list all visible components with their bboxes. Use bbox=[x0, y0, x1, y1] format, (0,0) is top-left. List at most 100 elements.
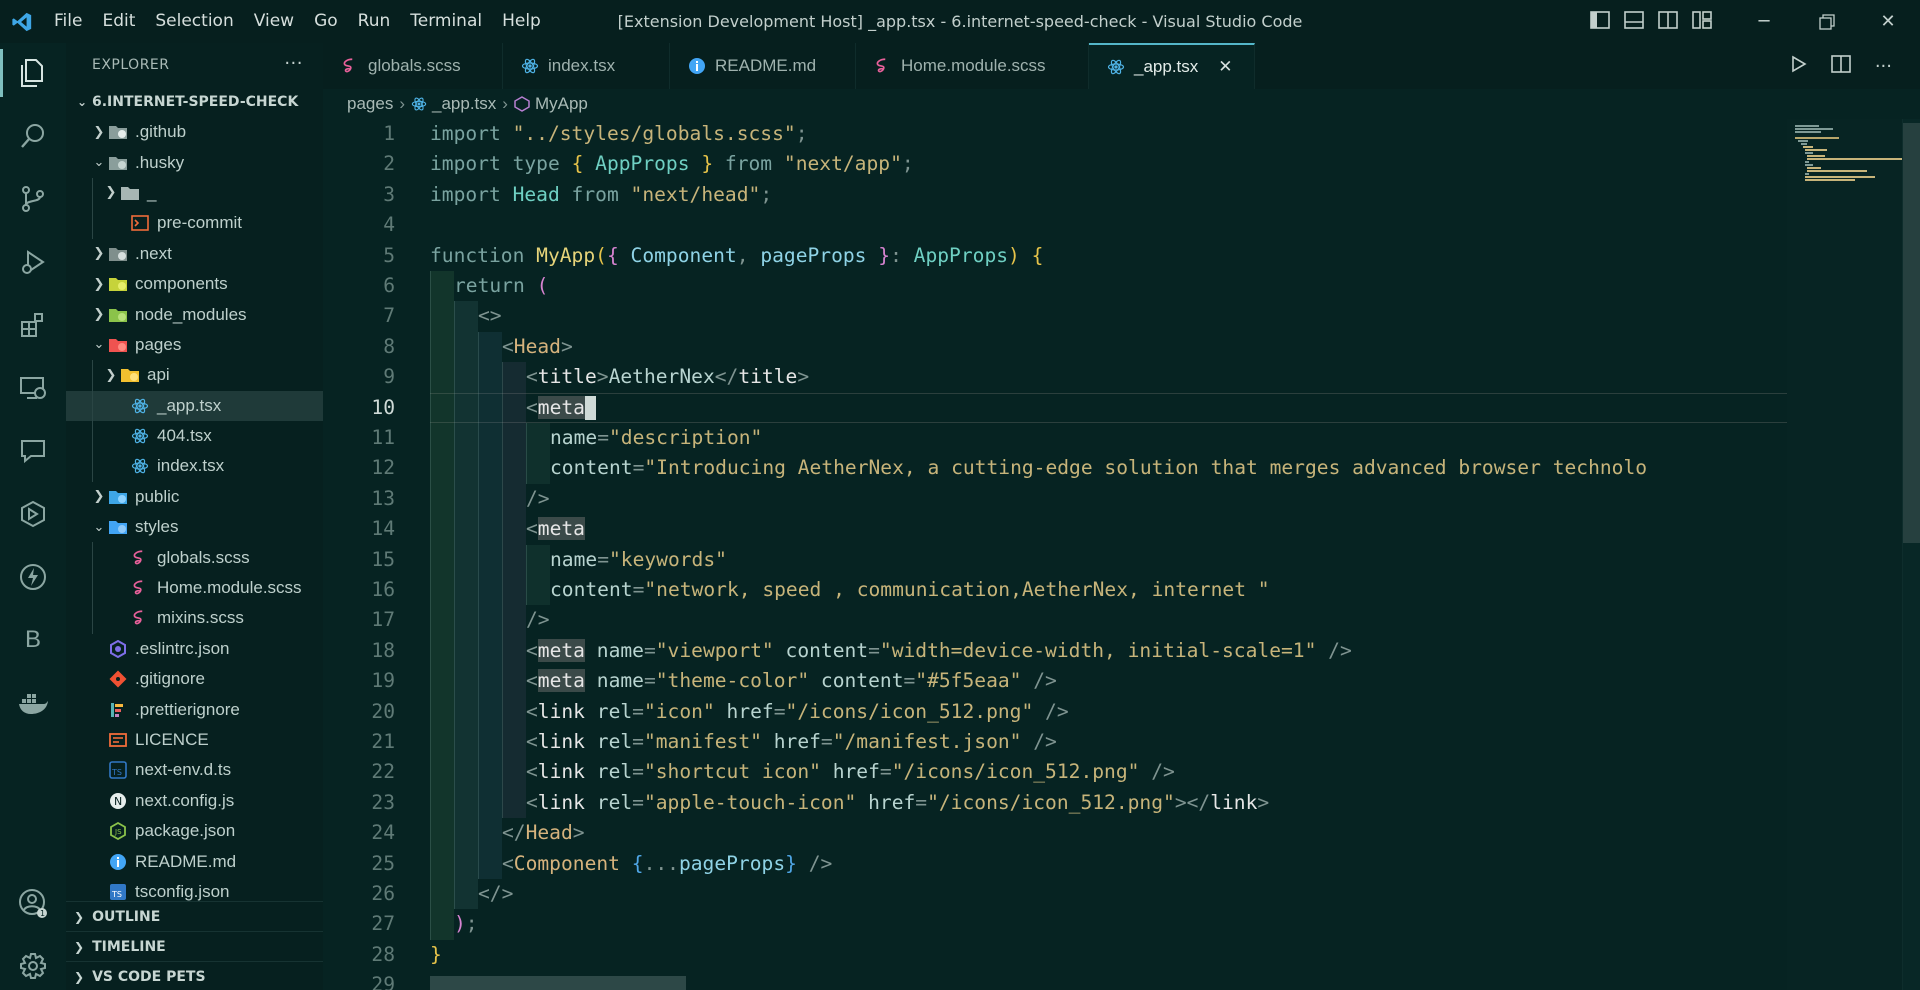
tree-item-mixins-scss[interactable]: mixins.scss bbox=[66, 603, 323, 634]
code-line[interactable]: 22 <link rel="shortcut icon" href="/icons… bbox=[323, 757, 1787, 788]
tab-readme-md[interactable]: README.md bbox=[670, 43, 856, 89]
code-editor[interactable]: 1 import "../styles/globals.scss"; 2 import… bbox=[323, 119, 1787, 990]
code-line[interactable]: 24 </Head> bbox=[323, 818, 1787, 849]
code-line[interactable]: 28} bbox=[323, 940, 1787, 970]
tab-home-module-scss[interactable]: Home.module.scss bbox=[856, 43, 1089, 89]
source-control-icon[interactable] bbox=[0, 169, 66, 229]
timeline-section[interactable]: ❯ TIMELINE bbox=[66, 931, 323, 961]
code-line[interactable]: 16 content="network, speed , communicatio… bbox=[323, 575, 1787, 606]
code-line[interactable]: 3 import Head from "next/head"; bbox=[323, 180, 1787, 210]
tree-item-api[interactable]: ❯ api bbox=[66, 360, 323, 391]
tree-item-eslintrc-json[interactable]: .eslintrc.json bbox=[66, 634, 323, 664]
close-tab-icon[interactable]: ✕ bbox=[1218, 57, 1232, 77]
menu-view[interactable]: View bbox=[244, 0, 304, 43]
thunder-client-icon[interactable] bbox=[0, 547, 66, 607]
tree-item-tsconfig-json[interactable]: TS tsconfig.json bbox=[66, 877, 323, 901]
code-line[interactable]: 26 </> bbox=[323, 879, 1787, 910]
code-line[interactable]: 27); bbox=[323, 909, 1787, 940]
code-line[interactable]: 17 /> bbox=[323, 605, 1787, 636]
tab-app-tsx[interactable]: _app.tsx ✕ bbox=[1089, 43, 1255, 89]
outline-section[interactable]: ❯ OUTLINE bbox=[66, 901, 323, 931]
tree-item-husky[interactable]: ⌄ .husky bbox=[66, 147, 323, 177]
minimap[interactable] bbox=[1787, 119, 1903, 990]
search-icon[interactable] bbox=[0, 106, 66, 166]
tree-item-gitignore[interactable]: .gitignore bbox=[66, 664, 323, 694]
menu-help[interactable]: Help bbox=[492, 0, 551, 43]
code-line[interactable]: 10 <meta bbox=[323, 392, 1787, 423]
tree-item-node-modules[interactable]: ❯ node_modules bbox=[66, 299, 323, 329]
vscode-logo-icon[interactable] bbox=[0, 0, 44, 43]
tree-item-pages[interactable]: ⌄ pages bbox=[66, 330, 323, 360]
remote-explorer-icon[interactable] bbox=[0, 358, 66, 418]
more-actions-icon[interactable]: ··· bbox=[284, 53, 303, 74]
code-line[interactable]: 23 <link rel="apple-touch-icon" href="/ic… bbox=[323, 787, 1787, 819]
code-line[interactable]: 4 bbox=[323, 210, 1787, 240]
tree-item-404-tsx[interactable]: 404.tsx bbox=[66, 420, 323, 452]
tree-item-app-tsx[interactable]: _app.tsx bbox=[66, 390, 323, 421]
tree-item-readme-md[interactable]: README.md bbox=[66, 846, 323, 876]
code-line[interactable]: 7 <> bbox=[323, 301, 1787, 332]
tree-item-globals-scss[interactable]: globals.scss bbox=[66, 542, 323, 573]
run-debug-icon[interactable] bbox=[0, 232, 66, 292]
tree-item-index-tsx[interactable]: index.tsx bbox=[66, 451, 323, 482]
tab-index-tsx[interactable]: index.tsx bbox=[503, 43, 670, 89]
comments-icon[interactable] bbox=[0, 421, 66, 481]
menu-terminal[interactable]: Terminal bbox=[400, 0, 492, 43]
code-line[interactable]: 25 <Component {...pageProps} /> bbox=[323, 848, 1787, 879]
code-line[interactable]: 21 <link rel="manifest" href="/manifest.j… bbox=[323, 727, 1787, 758]
code-line[interactable]: 13 /> bbox=[323, 483, 1787, 515]
accounts-icon[interactable]: 1 bbox=[0, 873, 66, 933]
tree-item-prettierignore[interactable]: .prettierignore bbox=[66, 694, 323, 724]
docker-icon[interactable] bbox=[0, 673, 66, 733]
toggle-panel-icon[interactable] bbox=[1624, 10, 1644, 33]
breadcrumb-symbol[interactable]: MyApp bbox=[535, 94, 588, 114]
workspace-root[interactable]: ⌄ 6.INTERNET-SPEED-CHECK bbox=[66, 87, 323, 117]
code-line[interactable]: 19 <meta name="theme-color" content="#5f5… bbox=[323, 666, 1787, 697]
restore-icon[interactable] bbox=[1797, 0, 1857, 43]
code-line[interactable]: 18 <meta name="viewport" content="width=d… bbox=[323, 635, 1787, 667]
bootstrap-icon[interactable]: B bbox=[0, 610, 66, 670]
tree-item-github[interactable]: ❯ .github bbox=[66, 117, 323, 147]
code-line[interactable]: 2 import type { AppProps } from "next/app… bbox=[323, 149, 1787, 179]
more-actions-icon[interactable]: ··· bbox=[1875, 56, 1892, 77]
vscode-pets-section[interactable]: ❯ VS CODE PETS bbox=[66, 961, 323, 990]
code-line[interactable]: 6 return ( bbox=[323, 271, 1787, 302]
code-line[interactable]: 15 name="keywords" bbox=[323, 544, 1787, 575]
tree-item-next-config-js[interactable]: Nnext.config.js bbox=[66, 786, 323, 816]
horizontal-scrollbar[interactable] bbox=[430, 976, 686, 990]
explorer-icon[interactable] bbox=[0, 43, 66, 103]
minimize-icon[interactable]: ─ bbox=[1734, 0, 1794, 43]
code-line[interactable]: 5 function MyApp({ Component, pageProps }… bbox=[323, 241, 1787, 271]
tree-item-styles[interactable]: ⌄ styles bbox=[66, 512, 323, 542]
toggle-primary-sidebar-icon[interactable] bbox=[1590, 10, 1610, 33]
tree-item-pre-commit[interactable]: pre-commit bbox=[66, 208, 323, 239]
tree-item-[interactable]: ❯ _ bbox=[66, 177, 323, 209]
code-line[interactable]: 9 <title>AetherNex</title> bbox=[323, 362, 1787, 393]
toggle-secondary-sidebar-icon[interactable] bbox=[1658, 10, 1678, 33]
extensions-icon[interactable] bbox=[0, 295, 66, 355]
menu-go[interactable]: Go bbox=[304, 0, 348, 43]
code-line[interactable]: 20 <link rel="icon" href="/icons/icon_512… bbox=[323, 696, 1787, 727]
run-icon[interactable] bbox=[1789, 55, 1807, 77]
settings-gear-icon[interactable] bbox=[0, 936, 66, 990]
menu-selection[interactable]: Selection bbox=[145, 0, 243, 43]
tree-item-public[interactable]: ❯ public bbox=[66, 482, 323, 512]
breadcrumb-folder[interactable]: pages bbox=[347, 94, 393, 114]
vertical-scrollbar[interactable] bbox=[1902, 119, 1920, 990]
customize-layout-icon[interactable] bbox=[1692, 10, 1712, 33]
code-line[interactable]: 12 content="Introducing AetherNex, a cutt… bbox=[323, 453, 1787, 484]
tree-item-package-json[interactable]: JS package.json bbox=[66, 816, 323, 846]
breadcrumb-file[interactable]: _app.tsx bbox=[432, 94, 496, 114]
tab-globals-scss[interactable]: globals.scss bbox=[323, 43, 503, 89]
tree-item-components[interactable]: ❯ components bbox=[66, 269, 323, 299]
code-line[interactable]: 8 <Head> bbox=[323, 331, 1787, 363]
tree-item-next[interactable]: ❯ .next bbox=[66, 239, 323, 269]
code-line[interactable]: 11 name="description" bbox=[323, 423, 1787, 454]
tree-item-next-env-d-ts[interactable]: TS next-env.d.ts bbox=[66, 755, 323, 785]
tree-item-licence[interactable]: LICENCE bbox=[66, 725, 323, 755]
menu-edit[interactable]: Edit bbox=[92, 0, 145, 43]
code-line[interactable]: 14 <meta bbox=[323, 514, 1787, 545]
close-window-icon[interactable]: ✕ bbox=[1858, 0, 1918, 43]
menu-run[interactable]: Run bbox=[348, 0, 401, 43]
code-line[interactable]: 1 import "../styles/globals.scss"; bbox=[323, 119, 1787, 149]
